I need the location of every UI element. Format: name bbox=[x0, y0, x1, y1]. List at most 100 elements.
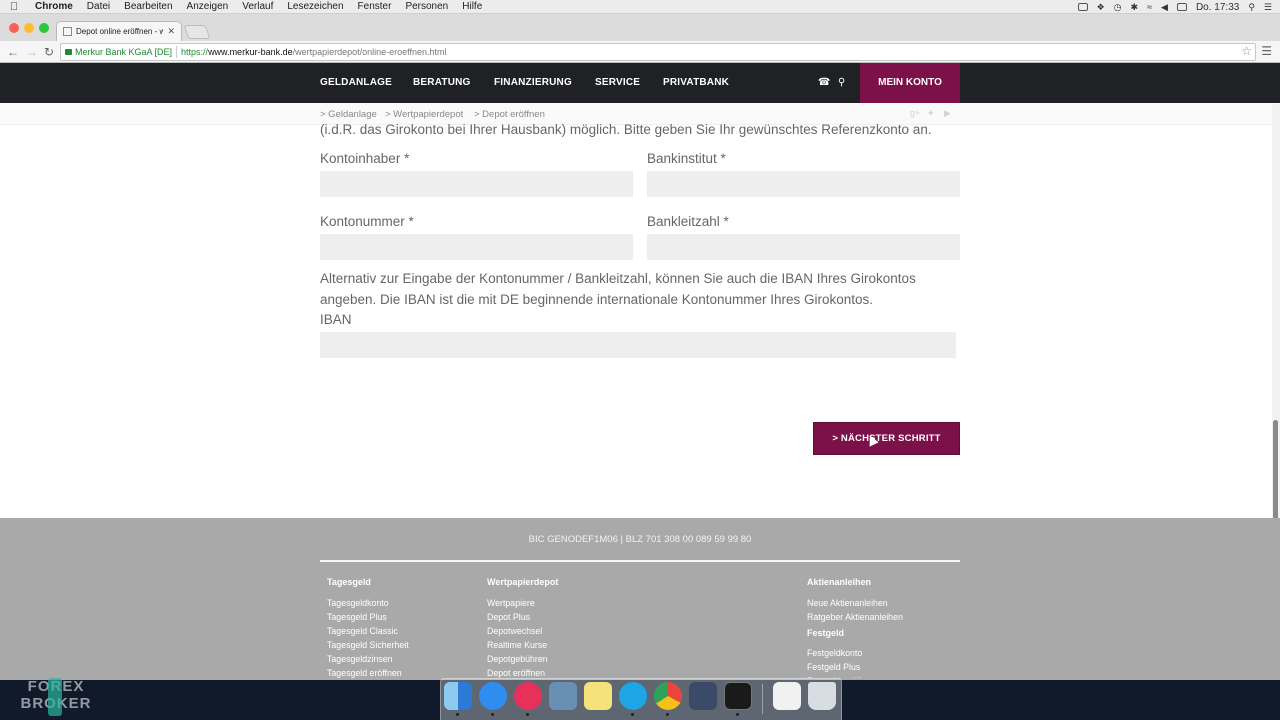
notes-icon[interactable] bbox=[584, 682, 612, 710]
iban-input[interactable] bbox=[320, 332, 956, 358]
nav-service[interactable]: SERVICE bbox=[595, 63, 640, 103]
menu-bearbeiten[interactable]: Bearbeiten bbox=[117, 0, 179, 14]
imovie-icon[interactable] bbox=[689, 682, 717, 710]
apple-menu-icon[interactable]:  bbox=[0, 1, 28, 13]
menu-fenster[interactable]: Fenster bbox=[351, 0, 399, 14]
footer-link[interactable]: Ratgeber Aktienanleihen bbox=[807, 610, 903, 624]
itunes-icon[interactable] bbox=[514, 682, 542, 710]
search-icon[interactable]: ⚲ bbox=[838, 63, 845, 103]
dock-running-indicator bbox=[491, 713, 494, 716]
footer-link[interactable]: Tagesgeld Sicherheit bbox=[327, 638, 409, 652]
browser-tab-active[interactable]: Depot online eröffnen - ww ✕ bbox=[56, 21, 182, 41]
breadcrumb-depot-eroeffnen[interactable]: > Depot eröffnen bbox=[474, 109, 545, 120]
kontonummer-label: Kontonummer * bbox=[320, 214, 414, 229]
chrome-icon[interactable] bbox=[654, 682, 682, 710]
forward-arrow-icon[interactable]: → bbox=[26, 44, 38, 60]
safari-icon[interactable] bbox=[479, 682, 507, 710]
footer-link[interactable]: Realtime Kurse bbox=[487, 638, 558, 652]
menu-app-name[interactable]: Chrome bbox=[28, 0, 80, 14]
ev-certificate-badge[interactable]: Merkur Bank KGaA [DE] bbox=[65, 47, 172, 57]
breadcrumb-geldanlage[interactable]: > Geldanlage bbox=[320, 109, 377, 120]
site-navbar: GELDANLAGE BERATUNG FINANZIERUNG SERVICE… bbox=[0, 63, 1280, 103]
wifi-icon[interactable]: ≈ bbox=[1147, 2, 1152, 12]
dock-running-indicator bbox=[666, 713, 669, 716]
dock-running-indicator bbox=[631, 713, 634, 716]
preview-icon[interactable] bbox=[549, 682, 577, 710]
facetime-icon[interactable] bbox=[1077, 3, 1088, 11]
nav-finanzierung[interactable]: FINANZIERUNG bbox=[494, 63, 572, 103]
footer-link[interactable]: Festgeldkonto bbox=[807, 646, 903, 660]
forex-broker-watermark: FOREX BROKER bbox=[6, 678, 106, 716]
footer-link[interactable]: Tagesgeld Classic bbox=[327, 624, 409, 638]
kontonummer-input[interactable] bbox=[320, 234, 633, 260]
window-maximize-button[interactable] bbox=[39, 23, 49, 33]
battery-icon[interactable] bbox=[1176, 3, 1187, 11]
trash-icon[interactable] bbox=[808, 682, 836, 710]
footer-link[interactable]: Tagesgeldkonto bbox=[327, 596, 409, 610]
kontoinhaber-input[interactable] bbox=[320, 171, 633, 197]
footer-heading-aktienanleihen[interactable]: Aktienanleihen bbox=[807, 577, 903, 587]
footer-col-aktienanleihen: Aktienanleihen Neue Aktienanleihen Ratge… bbox=[807, 577, 903, 678]
footer-link[interactable]: Tagesgeld eröffnen bbox=[327, 666, 409, 680]
skype-icon[interactable] bbox=[619, 682, 647, 710]
menu-lesezeichen[interactable]: Lesezeichen bbox=[280, 0, 350, 14]
footer-link[interactable]: Festgeld Plus bbox=[807, 660, 903, 674]
twitter-icon[interactable]: ✦ bbox=[927, 108, 935, 119]
notifications-icon[interactable]: ☰ bbox=[1264, 2, 1272, 13]
menu-personen[interactable]: Personen bbox=[398, 0, 455, 14]
window-minimize-button[interactable] bbox=[24, 23, 34, 33]
dropbox-icon[interactable]: ❖ bbox=[1097, 2, 1105, 13]
breadcrumb-wertpapierdepot[interactable]: > Wertpapierdepot bbox=[385, 109, 463, 120]
footer-heading-wertpapierdepot[interactable]: Wertpapierdepot bbox=[487, 577, 558, 587]
footer-heading-tagesgeld[interactable]: Tagesgeld bbox=[327, 577, 409, 587]
tab-title: Depot online eröffnen - ww bbox=[76, 27, 164, 36]
footer-link[interactable]: Depotgebühren bbox=[487, 652, 558, 666]
documents-icon[interactable] bbox=[773, 682, 801, 710]
next-step-button[interactable]: > NÄCHSTER SCHRITT bbox=[813, 422, 960, 455]
iban-note: Alternativ zur Eingabe der Kontonummer /… bbox=[320, 271, 916, 307]
finder-icon[interactable] bbox=[444, 682, 472, 710]
bankleitzahl-label: Bankleitzahl * bbox=[647, 214, 729, 229]
footer-link[interactable]: Depot Plus bbox=[487, 610, 558, 624]
bluetooth-icon[interactable]: ✱ bbox=[1131, 2, 1139, 13]
youtube-icon[interactable]: ▶ bbox=[944, 108, 951, 119]
footer-link[interactable]: Wertpapiere bbox=[487, 596, 558, 610]
mein-konto-button[interactable]: MEIN KONTO bbox=[860, 63, 960, 103]
iban-label: IBAN bbox=[320, 312, 352, 327]
footer-divider bbox=[320, 560, 960, 562]
footer-link[interactable]: Tagesgeld Plus bbox=[327, 610, 409, 624]
window-close-button[interactable] bbox=[9, 23, 19, 33]
reload-icon[interactable]: ↻ bbox=[44, 44, 54, 60]
nav-geldanlage[interactable]: GELDANLAGE bbox=[320, 63, 392, 103]
terminal-icon[interactable] bbox=[724, 682, 752, 710]
nav-beratung[interactable]: BERATUNG bbox=[413, 63, 471, 103]
volume-icon[interactable]: ◀ bbox=[1161, 2, 1168, 13]
tab-close-icon[interactable]: ✕ bbox=[167, 26, 175, 37]
google-plus-icon[interactable]: g+ bbox=[910, 108, 920, 118]
menu-verlauf[interactable]: Verlauf bbox=[235, 0, 280, 14]
footer-link[interactable]: Neue Aktienanleihen bbox=[807, 596, 903, 610]
footer-link[interactable]: Tagesgeldzinsen bbox=[327, 652, 409, 666]
chrome-menu-icon[interactable]: ☰ bbox=[1261, 44, 1272, 58]
menu-datei[interactable]: Datei bbox=[80, 0, 117, 14]
clock[interactable]: Do. 17:33 bbox=[1196, 2, 1239, 13]
footer-link[interactable]: Depotwechsel bbox=[487, 624, 558, 638]
bankinstitut-input[interactable] bbox=[647, 171, 960, 197]
phone-icon[interactable]: ☎ bbox=[818, 63, 830, 103]
browser-toolbar: ← → ↻ Merkur Bank KGaA [DE] https://www.… bbox=[0, 41, 1280, 63]
back-arrow-icon[interactable]: ← bbox=[7, 44, 19, 60]
nav-privatbank[interactable]: PRIVATBANK bbox=[663, 63, 729, 103]
timemachine-icon[interactable]: ◷ bbox=[1114, 2, 1122, 13]
footer-heading-festgeld[interactable]: Festgeld bbox=[807, 628, 903, 638]
address-bar[interactable]: Merkur Bank KGaA [DE] https://www.merkur… bbox=[60, 43, 1256, 61]
bankleitzahl-input[interactable] bbox=[647, 234, 960, 260]
new-tab-button[interactable] bbox=[183, 25, 211, 39]
url-scheme: https:// bbox=[181, 47, 209, 57]
referenzkonto-intro: (i.d.R. das Girokonto bei Ihrer Hausbank… bbox=[320, 122, 932, 137]
menu-anzeigen[interactable]: Anzeigen bbox=[180, 0, 236, 14]
spotlight-icon[interactable]: ⚲ bbox=[1248, 2, 1255, 13]
bic-blz-line: BIC GENODEF1M06 | BLZ 701 308 00 089 59 … bbox=[528, 534, 752, 545]
dock-running-indicator bbox=[456, 713, 459, 716]
menu-hilfe[interactable]: Hilfe bbox=[455, 0, 489, 14]
bookmark-star-icon[interactable]: ☆ bbox=[1241, 44, 1252, 58]
